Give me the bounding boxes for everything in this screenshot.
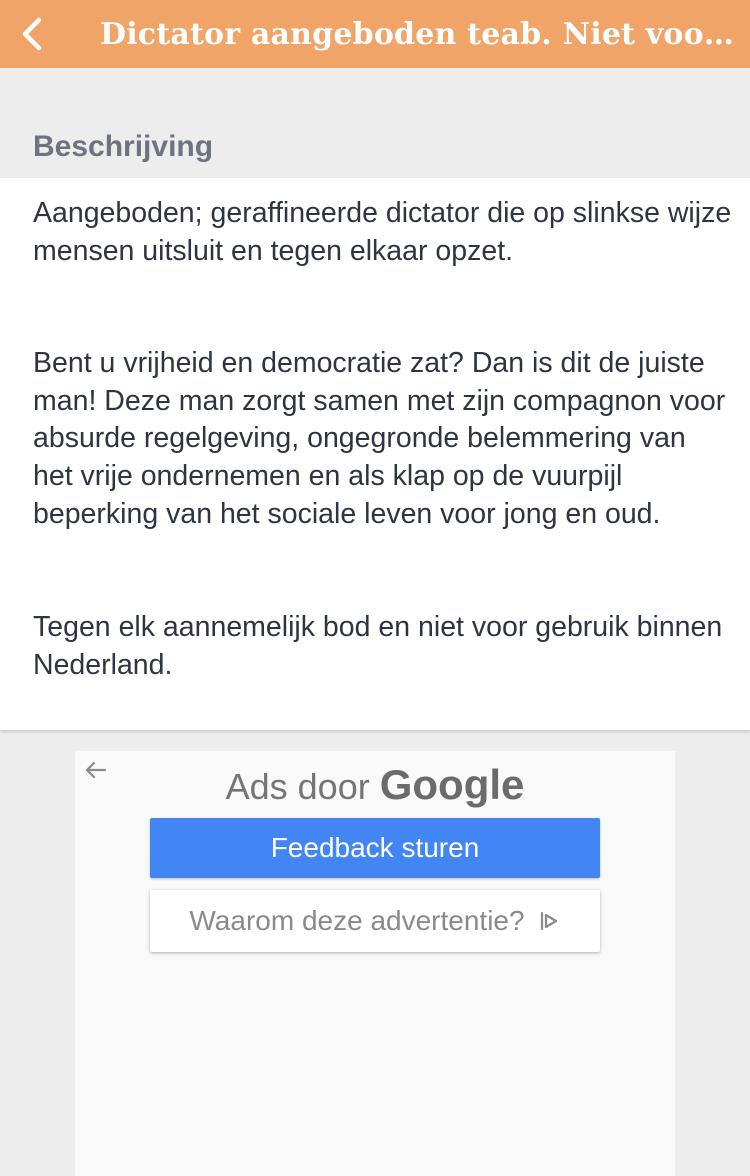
google-brand: Google [379,761,525,808]
send-feedback-label: Feedback sturen [270,832,480,863]
back-button[interactable] [0,0,64,68]
app-header: Dictator aangeboden teab. Niet voor g... [0,0,750,68]
ads-by-google-label: Ads door Google [75,761,675,809]
send-feedback-button[interactable]: Feedback sturen [150,818,600,878]
description-paragraph: Aangeboden; geraffineerde dictator die o… [33,197,732,267]
why-this-ad-label: Waarom deze advertentie? [189,905,525,936]
ad-feedback-panel: Ads door Google Feedback sturen Waarom d… [75,751,675,1176]
why-this-ad-button[interactable]: Waarom deze advertentie? [150,890,600,952]
ads-label-prefix: Ads door [225,766,370,807]
description-panel: Aangeboden; geraffineerde dictator die o… [0,178,750,730]
adchoices-icon [540,911,557,931]
description-paragraph: Bent u vrijheid en democratie zat? Dan i… [33,347,726,530]
chevron-left-icon [22,17,42,51]
page-title: Dictator aangeboden teab. Niet voor g... [100,16,750,52]
description-paragraph: Tegen elk aannemelijk bod en niet voor g… [33,611,723,681]
section-label: Beschrijving [33,130,214,163]
section-header: Beschrijving [0,68,750,178]
